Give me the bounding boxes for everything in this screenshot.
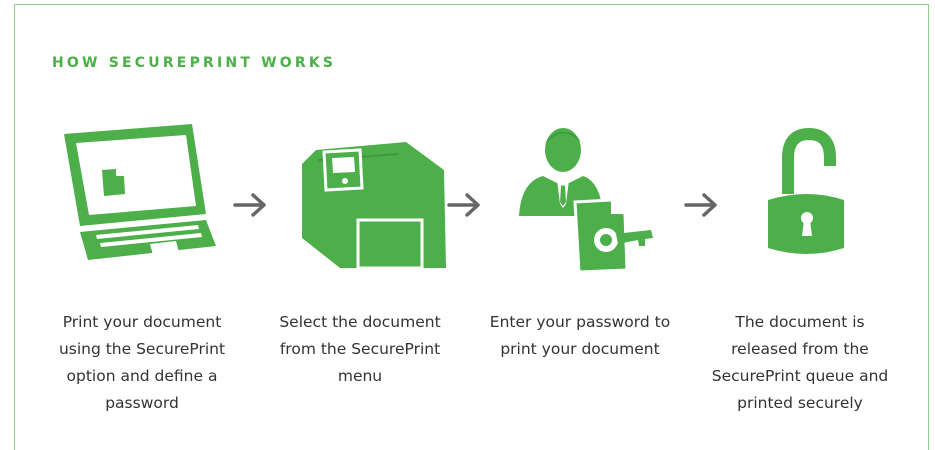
step-1-caption: Print your document using the SecurePrin… (58, 313, 226, 412)
user-password-key-icon (519, 128, 653, 274)
step-2-caption: Select the document from the SecurePrint… (279, 313, 441, 385)
step-4-caption: The document is released from the Secure… (711, 313, 889, 412)
unlocked-padlock-icon (768, 127, 844, 254)
printer-select-icon (302, 142, 446, 270)
page-title: HOW SECUREPRINT WORKS (52, 55, 337, 71)
arrow-right-icon (233, 193, 266, 217)
arrow-right-icon (447, 193, 480, 217)
step-3-caption: Enter your password to print your docume… (489, 313, 671, 358)
laptop-document-icon (64, 124, 216, 260)
arrow-right-icon (684, 193, 717, 217)
